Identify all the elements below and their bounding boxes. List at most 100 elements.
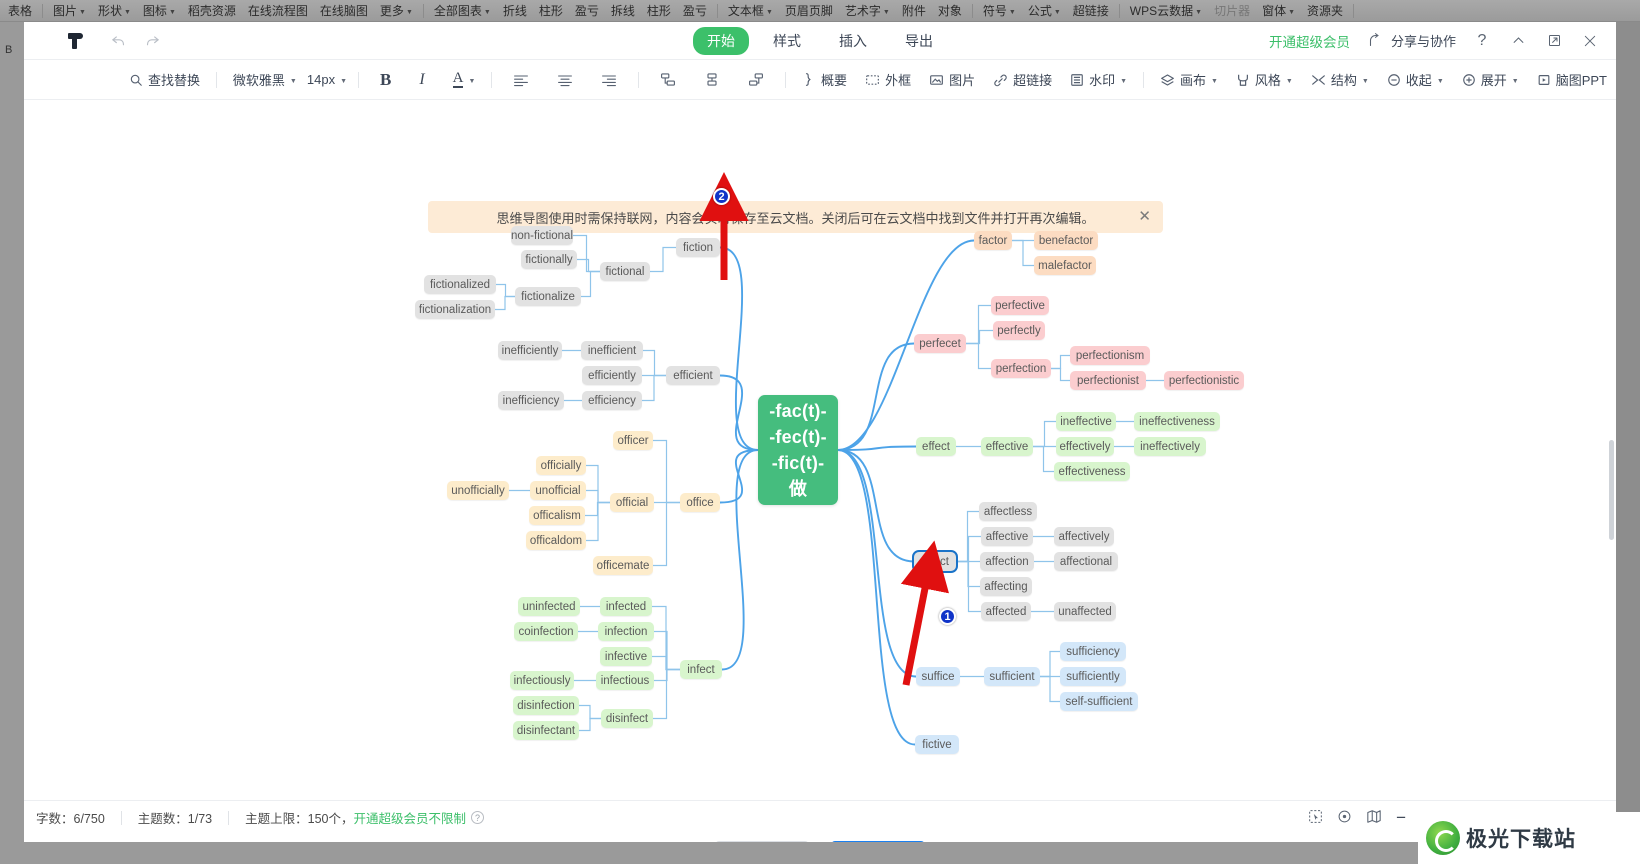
mindmap-node-fictionalization[interactable]: fictionalization bbox=[415, 300, 495, 319]
insert-button[interactable]: 插入 bbox=[831, 841, 925, 842]
collapse-all-button[interactable]: 收起 ▼ bbox=[1378, 66, 1453, 94]
mindmap-node-benefactor[interactable]: benefactor bbox=[1034, 231, 1098, 250]
mindmap-node-infectious[interactable]: infectious bbox=[596, 671, 654, 690]
mindmap-node-inefficiency[interactable]: inefficiency bbox=[498, 391, 564, 410]
mindmap-node-office[interactable]: office bbox=[680, 493, 720, 512]
mindmap-node-affective[interactable]: affective bbox=[981, 527, 1033, 546]
mindmap-canvas[interactable]: 思维导图使用时需保持联网，内容会实时保存至云文档。关闭后可在云文档中找到文件并打… bbox=[24, 100, 1616, 800]
mindmap-node-fictional[interactable]: fictional bbox=[600, 262, 650, 281]
mindmap-node-inefficiently[interactable]: inefficiently bbox=[498, 341, 562, 360]
mindmap-node-official[interactable]: official bbox=[610, 493, 654, 512]
tab-insert[interactable]: 插入 bbox=[825, 27, 881, 55]
mindmap-node-perfective[interactable]: perfective bbox=[991, 296, 1049, 315]
mindmap-node-infectiously[interactable]: infectiously bbox=[510, 671, 574, 690]
mindmap-node-efficiency[interactable]: efficiency bbox=[582, 391, 642, 410]
mind-ppt-button[interactable]: 脑图PPT bbox=[1528, 66, 1616, 94]
mindmap-node-infect[interactable]: infect bbox=[680, 660, 722, 679]
redo-icon[interactable] bbox=[140, 29, 164, 53]
mindmap-node-perfectionism[interactable]: perfectionism bbox=[1070, 346, 1150, 365]
mindmap-node-perfecet[interactable]: perfecet bbox=[914, 334, 966, 353]
ribbon-item-2[interactable]: 形状 ▼ bbox=[92, 2, 137, 19]
image-button[interactable]: 图片 bbox=[920, 66, 984, 94]
mindmap-node-perfection[interactable]: perfection bbox=[991, 359, 1051, 378]
border-button[interactable]: 外框 bbox=[856, 66, 920, 94]
ribbon-item-18[interactable]: 附件 bbox=[896, 2, 932, 19]
insert-child-topic-button[interactable] bbox=[690, 66, 734, 94]
ribbon-item-5[interactable]: 在线流程图 bbox=[242, 2, 314, 19]
mindmap-node-affecting[interactable]: affecting bbox=[980, 577, 1032, 596]
tab-export[interactable]: 导出 bbox=[891, 27, 947, 55]
mindmap-node-ineffectiveness[interactable]: ineffectiveness bbox=[1134, 412, 1220, 431]
upgrade-vip-link[interactable]: 开通超级会员 bbox=[1269, 31, 1350, 51]
ribbon-item-26[interactable]: 资源夹 bbox=[1301, 2, 1349, 19]
mindmap-node-unofficially[interactable]: unofficially bbox=[447, 481, 509, 500]
align-left-button[interactable] bbox=[499, 66, 543, 94]
ribbon-item-22[interactable]: 超链接 bbox=[1067, 2, 1115, 19]
mindmap-node-factor[interactable]: factor bbox=[974, 231, 1012, 250]
maximize-icon[interactable] bbox=[1544, 31, 1564, 51]
mindmap-node-efficiently[interactable]: efficiently bbox=[582, 366, 642, 385]
ribbon-item-0[interactable]: 表格 bbox=[2, 2, 38, 19]
mindmap-node-effect[interactable]: effect bbox=[916, 437, 956, 456]
ribbon-item-16[interactable]: 页眉页脚 bbox=[779, 2, 839, 19]
mindmap-node-unofficial[interactable]: unofficial bbox=[530, 481, 586, 500]
mindmap-node-effectively[interactable]: effectively bbox=[1056, 437, 1114, 456]
mindmap-node-perfectionistic[interactable]: perfectionistic bbox=[1164, 371, 1244, 390]
mindmap-node-effective[interactable]: effective bbox=[981, 437, 1033, 456]
structure-button[interactable]: 结构 ▼ bbox=[1302, 66, 1378, 94]
mindmap-node-affectless[interactable]: affectless bbox=[979, 502, 1037, 521]
ribbon-item-1[interactable]: 图片 ▼ bbox=[47, 2, 92, 19]
mindmap-node-affectional[interactable]: affectional bbox=[1054, 552, 1118, 571]
mindmap-node-perfectionist[interactable]: perfectionist bbox=[1070, 371, 1146, 390]
mindmap-node-perfectly[interactable]: perfectly bbox=[993, 321, 1045, 340]
zoom-out-button[interactable]: − bbox=[1396, 808, 1406, 828]
outline-button[interactable]: 概要 bbox=[793, 66, 856, 94]
mindmap-node-sufficiency[interactable]: sufficiency bbox=[1060, 642, 1126, 661]
mindmap-node-fictionally[interactable]: fictionally bbox=[521, 250, 577, 269]
tab-style[interactable]: 样式 bbox=[759, 27, 815, 55]
mindmap-node-unaffected[interactable]: unaffected bbox=[1054, 602, 1116, 621]
style-button[interactable]: 风格 ▼ bbox=[1227, 66, 1302, 94]
mindmap-node-self-sufficient[interactable]: self-sufficient bbox=[1060, 692, 1138, 711]
hyperlink-button[interactable]: 超链接 bbox=[984, 66, 1061, 94]
ribbon-item-25[interactable]: 窗体 ▼ bbox=[1256, 2, 1301, 19]
ribbon-item-20[interactable]: 符号 ▼ bbox=[977, 2, 1022, 19]
share-button[interactable]: 分享与协作 bbox=[1366, 31, 1456, 51]
ribbon-item-14[interactable]: 盈亏 bbox=[677, 2, 713, 19]
ribbon-item-8[interactable]: 全部图表 ▼ bbox=[428, 2, 497, 19]
ribbon-item-3[interactable]: 图标 ▼ bbox=[137, 2, 182, 19]
center-view-icon[interactable] bbox=[1337, 809, 1352, 827]
mindmap-node-disinfection[interactable]: disinfection bbox=[513, 696, 579, 715]
mindmap-node-officer[interactable]: officer bbox=[613, 431, 653, 450]
mindmap-node-officemate[interactable]: officemate bbox=[593, 556, 653, 575]
ribbon-item-24[interactable]: 切片器 bbox=[1208, 2, 1256, 19]
ribbon-item-4[interactable]: 稻壳资源 bbox=[182, 2, 242, 19]
mindmap-node-ineffective[interactable]: ineffective bbox=[1056, 412, 1116, 431]
ribbon-item-12[interactable]: 拆线 bbox=[605, 2, 641, 19]
expand-all-button[interactable]: 展开 ▼ bbox=[1453, 66, 1528, 94]
mindmap-node-efficient[interactable]: efficient bbox=[666, 366, 720, 385]
tab-start[interactable]: 开始 bbox=[693, 26, 749, 55]
mindmap-node-officaldom[interactable]: officaldom bbox=[526, 531, 586, 550]
mindmap-node-fiction[interactable]: fiction bbox=[676, 238, 720, 257]
mindmap-node-sufficient[interactable]: sufficient bbox=[984, 667, 1040, 686]
mindmap-node-affectively[interactable]: affectively bbox=[1054, 527, 1114, 546]
topic-limit-upgrade-link[interactable]: 开通超级会员不限制 bbox=[353, 808, 466, 827]
mindmap-node-inefficient[interactable]: inefficient bbox=[581, 341, 643, 360]
font-color-button[interactable]: A ▼ bbox=[439, 66, 485, 94]
ribbon-item-9[interactable]: 折线 bbox=[497, 2, 533, 19]
mindmap-node-effectiveness[interactable]: effectiveness bbox=[1054, 462, 1130, 481]
ribbon-item-11[interactable]: 盈亏 bbox=[569, 2, 605, 19]
ribbon-item-10[interactable]: 柱形 bbox=[533, 2, 569, 19]
mindmap-node-infective[interactable]: infective bbox=[600, 647, 652, 666]
mindmap-root-node[interactable]: -fac(t)- -fec(t)- -fic(t)- 做 bbox=[758, 395, 838, 505]
notice-close-icon[interactable]: ✕ bbox=[1138, 209, 1151, 224]
align-right-button[interactable] bbox=[587, 66, 631, 94]
mindmap-node-affection[interactable]: affection bbox=[980, 552, 1034, 571]
insert-sibling-topic-button[interactable] bbox=[646, 66, 690, 94]
undo-icon[interactable] bbox=[106, 29, 130, 53]
canvas-button[interactable]: 画布 ▼ bbox=[1151, 66, 1227, 94]
mindmap-node-affect[interactable]: affect bbox=[912, 550, 958, 573]
cancel-button[interactable]: 取消 bbox=[715, 841, 809, 842]
mindmap-node-officially[interactable]: officially bbox=[536, 456, 586, 475]
